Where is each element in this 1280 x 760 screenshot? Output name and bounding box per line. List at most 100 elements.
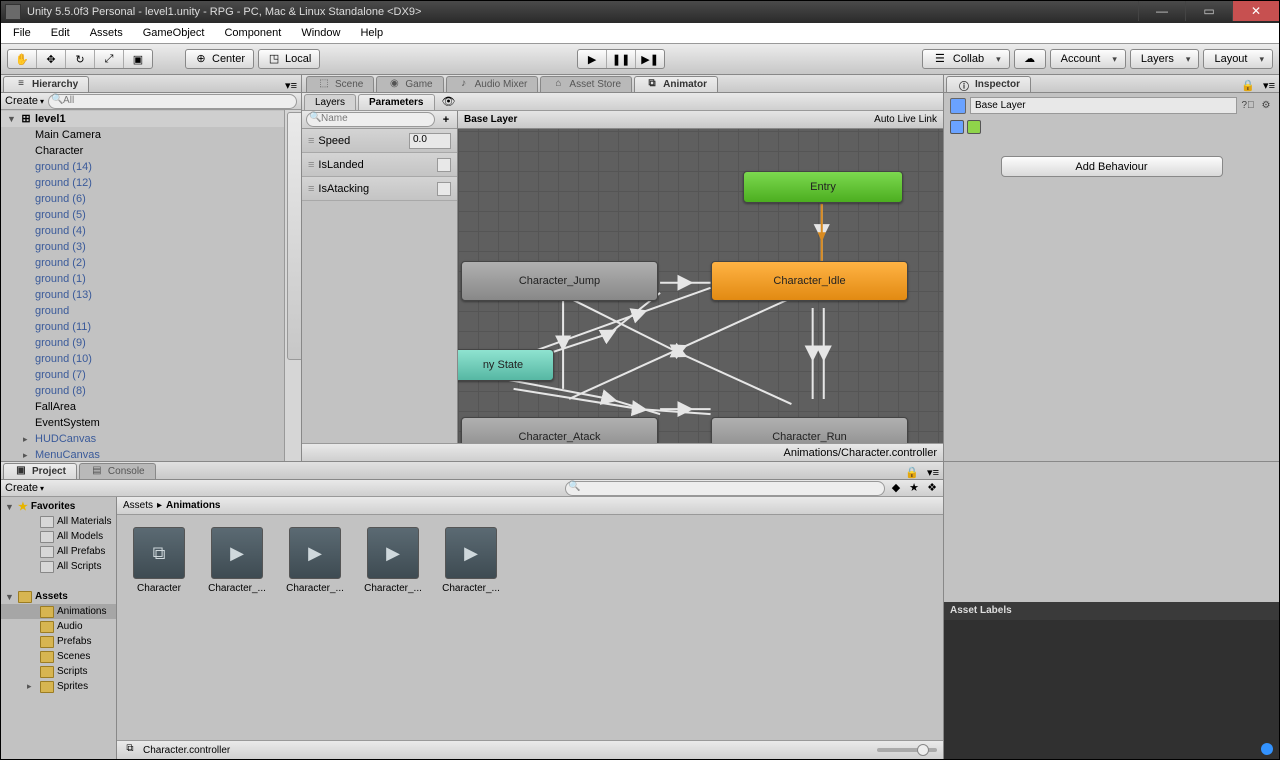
menu-window[interactable]: Window bbox=[291, 25, 350, 41]
console-tab[interactable]: ▤Console bbox=[79, 463, 156, 479]
hierarchy-item[interactable]: ground (11) bbox=[1, 319, 284, 335]
animator-parameters-tab[interactable]: Parameters bbox=[358, 94, 434, 110]
layout-dropdown[interactable]: Layout bbox=[1203, 49, 1273, 69]
menu-file[interactable]: File bbox=[3, 25, 41, 41]
pivot-mode-button[interactable]: ⊕Center bbox=[185, 49, 254, 69]
gear-icon[interactable]: ⚙ bbox=[1259, 99, 1273, 113]
project-asset[interactable]: ⧉Character bbox=[127, 527, 191, 594]
parameter-checkbox[interactable] bbox=[437, 182, 451, 196]
hierarchy-item[interactable]: Main Camera bbox=[1, 127, 284, 143]
asset-labels-body[interactable] bbox=[944, 620, 1279, 760]
drag-handle-icon[interactable]: ≡ bbox=[308, 159, 312, 171]
project-folder-item[interactable]: Audio bbox=[1, 619, 116, 634]
node-idle[interactable]: Character_Idle bbox=[711, 261, 908, 301]
project-asset[interactable]: ▶Character_... bbox=[283, 527, 347, 594]
animator-parameter-row[interactable]: ≡IsLanded bbox=[302, 153, 457, 177]
project-favorites-header[interactable]: ▼★Favorites bbox=[1, 499, 116, 514]
search-by-type-button[interactable]: ◆ bbox=[889, 481, 903, 495]
parameter-checkbox[interactable] bbox=[437, 158, 451, 172]
add-parameter-button[interactable]: + bbox=[439, 114, 453, 126]
project-folder-item[interactable]: Animations bbox=[1, 604, 116, 619]
project-sidebar[interactable]: ▼★FavoritesAll MaterialsAll ModelsAll Pr… bbox=[1, 497, 117, 759]
inspector-options-button[interactable]: ▾≡ bbox=[1259, 79, 1279, 92]
breadcrumb-root[interactable]: Assets bbox=[123, 500, 153, 511]
hierarchy-options-button[interactable]: ▾≡ bbox=[281, 79, 301, 92]
hierarchy-item[interactable]: Character bbox=[1, 143, 284, 159]
project-search-input[interactable] bbox=[565, 481, 885, 496]
project-options-button[interactable]: ▾≡ bbox=[923, 466, 943, 479]
animator-layers-tab[interactable]: Layers bbox=[304, 94, 356, 110]
node-any-state[interactable]: ny State bbox=[458, 349, 554, 381]
pause-button[interactable]: ❚❚ bbox=[607, 50, 636, 68]
menu-help[interactable]: Help bbox=[350, 25, 393, 41]
project-tab[interactable]: ▣Project bbox=[3, 463, 77, 479]
layers-dropdown[interactable]: Layers bbox=[1130, 49, 1200, 69]
hierarchy-item[interactable]: ▸HUDCanvas bbox=[1, 431, 284, 447]
project-favorite-item[interactable]: All Prefabs bbox=[1, 544, 116, 559]
save-search-button[interactable]: ❖ bbox=[925, 481, 939, 495]
tab-game[interactable]: ◉Game bbox=[376, 76, 443, 92]
parameter-value-field[interactable]: 0.0 bbox=[409, 133, 451, 149]
parameter-search-input[interactable]: Name bbox=[306, 112, 435, 127]
hierarchy-list[interactable]: ▼⊞level1Main CameraCharacterground (14)g… bbox=[1, 110, 284, 461]
menu-component[interactable]: Component bbox=[214, 25, 291, 41]
hierarchy-item[interactable]: ground (12) bbox=[1, 175, 284, 191]
tab-animator[interactable]: ⧉Animator bbox=[634, 76, 718, 92]
hierarchy-item[interactable]: ground (6) bbox=[1, 191, 284, 207]
hierarchy-create-dropdown[interactable]: Create▾ bbox=[5, 95, 44, 107]
project-folder-item[interactable]: Prefabs bbox=[1, 634, 116, 649]
project-folder-item[interactable]: ▸Sprites bbox=[1, 679, 116, 694]
project-thumbnail-size-slider[interactable] bbox=[877, 748, 937, 752]
hierarchy-search-input[interactable]: All bbox=[48, 94, 297, 109]
hierarchy-item[interactable]: ground bbox=[1, 303, 284, 319]
menu-gameobject[interactable]: GameObject bbox=[133, 25, 215, 41]
hierarchy-item[interactable]: ground (4) bbox=[1, 223, 284, 239]
project-folder-item[interactable]: Scenes bbox=[1, 649, 116, 664]
rotate-tool-button[interactable]: ↻ bbox=[66, 50, 95, 68]
node-entry[interactable]: Entry bbox=[743, 171, 903, 203]
inspector-lock-button[interactable]: 🔒 bbox=[1237, 79, 1259, 92]
asset-labels-header[interactable]: Asset Labels bbox=[944, 602, 1279, 620]
tab-audio-mixer[interactable]: ♪Audio Mixer bbox=[446, 76, 539, 92]
scale-tool-button[interactable]: ⤢ bbox=[95, 50, 124, 68]
menu-assets[interactable]: Assets bbox=[80, 25, 133, 41]
hierarchy-item[interactable]: ground (3) bbox=[1, 239, 284, 255]
project-spacer[interactable] bbox=[1, 574, 116, 589]
rect-tool-button[interactable]: ▣ bbox=[124, 50, 152, 68]
hierarchy-item[interactable]: ground (10) bbox=[1, 351, 284, 367]
node-jump[interactable]: Character_Jump bbox=[461, 261, 658, 301]
window-minimize-button[interactable]: — bbox=[1138, 1, 1185, 21]
move-tool-button[interactable]: ✥ bbox=[37, 50, 66, 68]
hierarchy-item[interactable]: ground (14) bbox=[1, 159, 284, 175]
hierarchy-item[interactable]: ▸MenuCanvas bbox=[1, 447, 284, 461]
hierarchy-item[interactable]: FallArea bbox=[1, 399, 284, 415]
breadcrumb-leaf[interactable]: Animations bbox=[166, 500, 220, 511]
step-button[interactable]: ▶❚ bbox=[636, 50, 664, 68]
tab-scene[interactable]: ⬚Scene bbox=[306, 76, 374, 92]
help-icon[interactable]: ?⃝ bbox=[1241, 99, 1255, 113]
ik-tag-icon[interactable] bbox=[950, 120, 964, 134]
search-by-label-button[interactable]: ★ bbox=[907, 481, 921, 495]
menu-edit[interactable]: Edit bbox=[41, 25, 80, 41]
inspector-tab[interactable]: ⓘInspector bbox=[946, 76, 1031, 92]
hierarchy-scene-row[interactable]: ▼⊞level1 bbox=[1, 111, 284, 127]
hierarchy-item[interactable]: ground (1) bbox=[1, 271, 284, 287]
drag-handle-icon[interactable]: ≡ bbox=[308, 135, 312, 147]
window-close-button[interactable]: ✕ bbox=[1232, 1, 1279, 21]
play-button[interactable]: ▶ bbox=[578, 50, 607, 68]
hierarchy-item[interactable]: ground (7) bbox=[1, 367, 284, 383]
project-lock-button[interactable]: 🔒 bbox=[901, 466, 923, 479]
project-create-dropdown[interactable]: Create▾ bbox=[5, 482, 44, 494]
window-maximize-button[interactable]: ▭ bbox=[1185, 1, 1232, 21]
collab-dropdown[interactable]: ☰Collab bbox=[922, 49, 1010, 69]
project-asset[interactable]: ▶Character_... bbox=[205, 527, 269, 594]
hierarchy-item[interactable]: ground (5) bbox=[1, 207, 284, 223]
inspector-name-field[interactable]: Base Layer bbox=[970, 97, 1237, 114]
project-favorite-item[interactable]: All Scripts bbox=[1, 559, 116, 574]
drag-handle-icon[interactable]: ≡ bbox=[308, 183, 312, 195]
project-asset-grid[interactable]: ⧉Character▶Character_...▶Character_...▶C… bbox=[117, 515, 943, 740]
animator-parameter-row[interactable]: ≡IsAtacking bbox=[302, 177, 457, 201]
add-behaviour-button[interactable]: Add Behaviour bbox=[1001, 156, 1223, 177]
hierarchy-item[interactable]: EventSystem bbox=[1, 415, 284, 431]
animator-parameter-row[interactable]: ≡Speed0.0 bbox=[302, 129, 457, 153]
